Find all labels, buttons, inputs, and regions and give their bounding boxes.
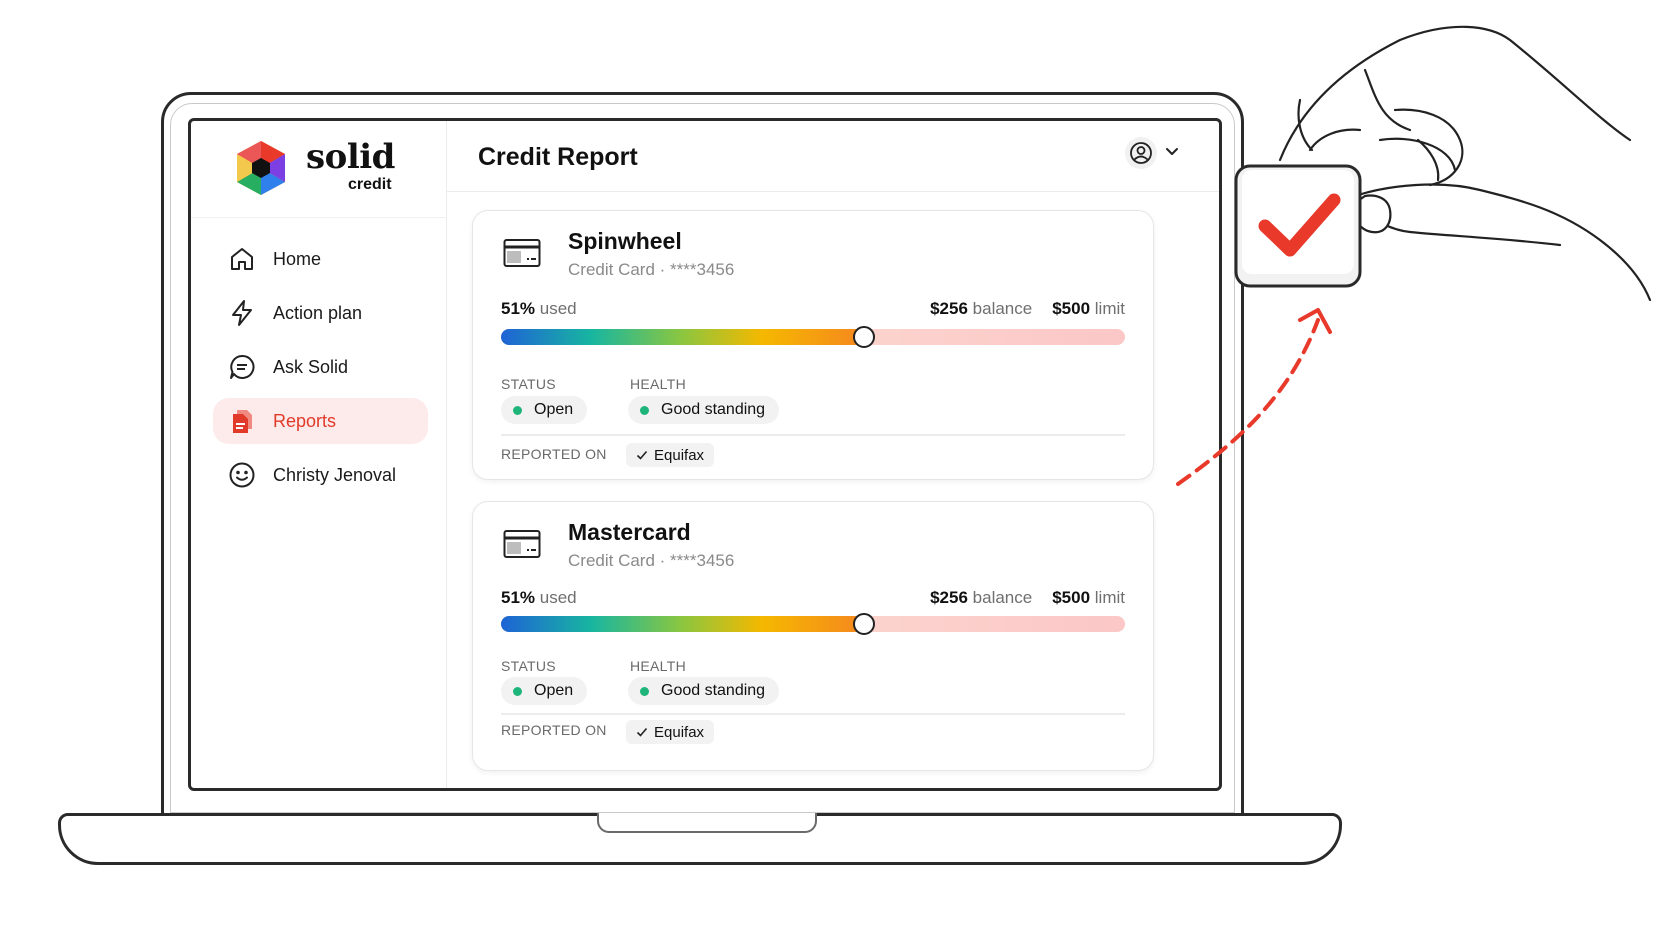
illustration-overlay (1176, 25, 1652, 486)
stage: solid credit Home Action plan Ask Solid … (0, 0, 1654, 951)
dashed-arrow-icon (1176, 308, 1332, 486)
checkbox-illustration (1234, 164, 1362, 288)
